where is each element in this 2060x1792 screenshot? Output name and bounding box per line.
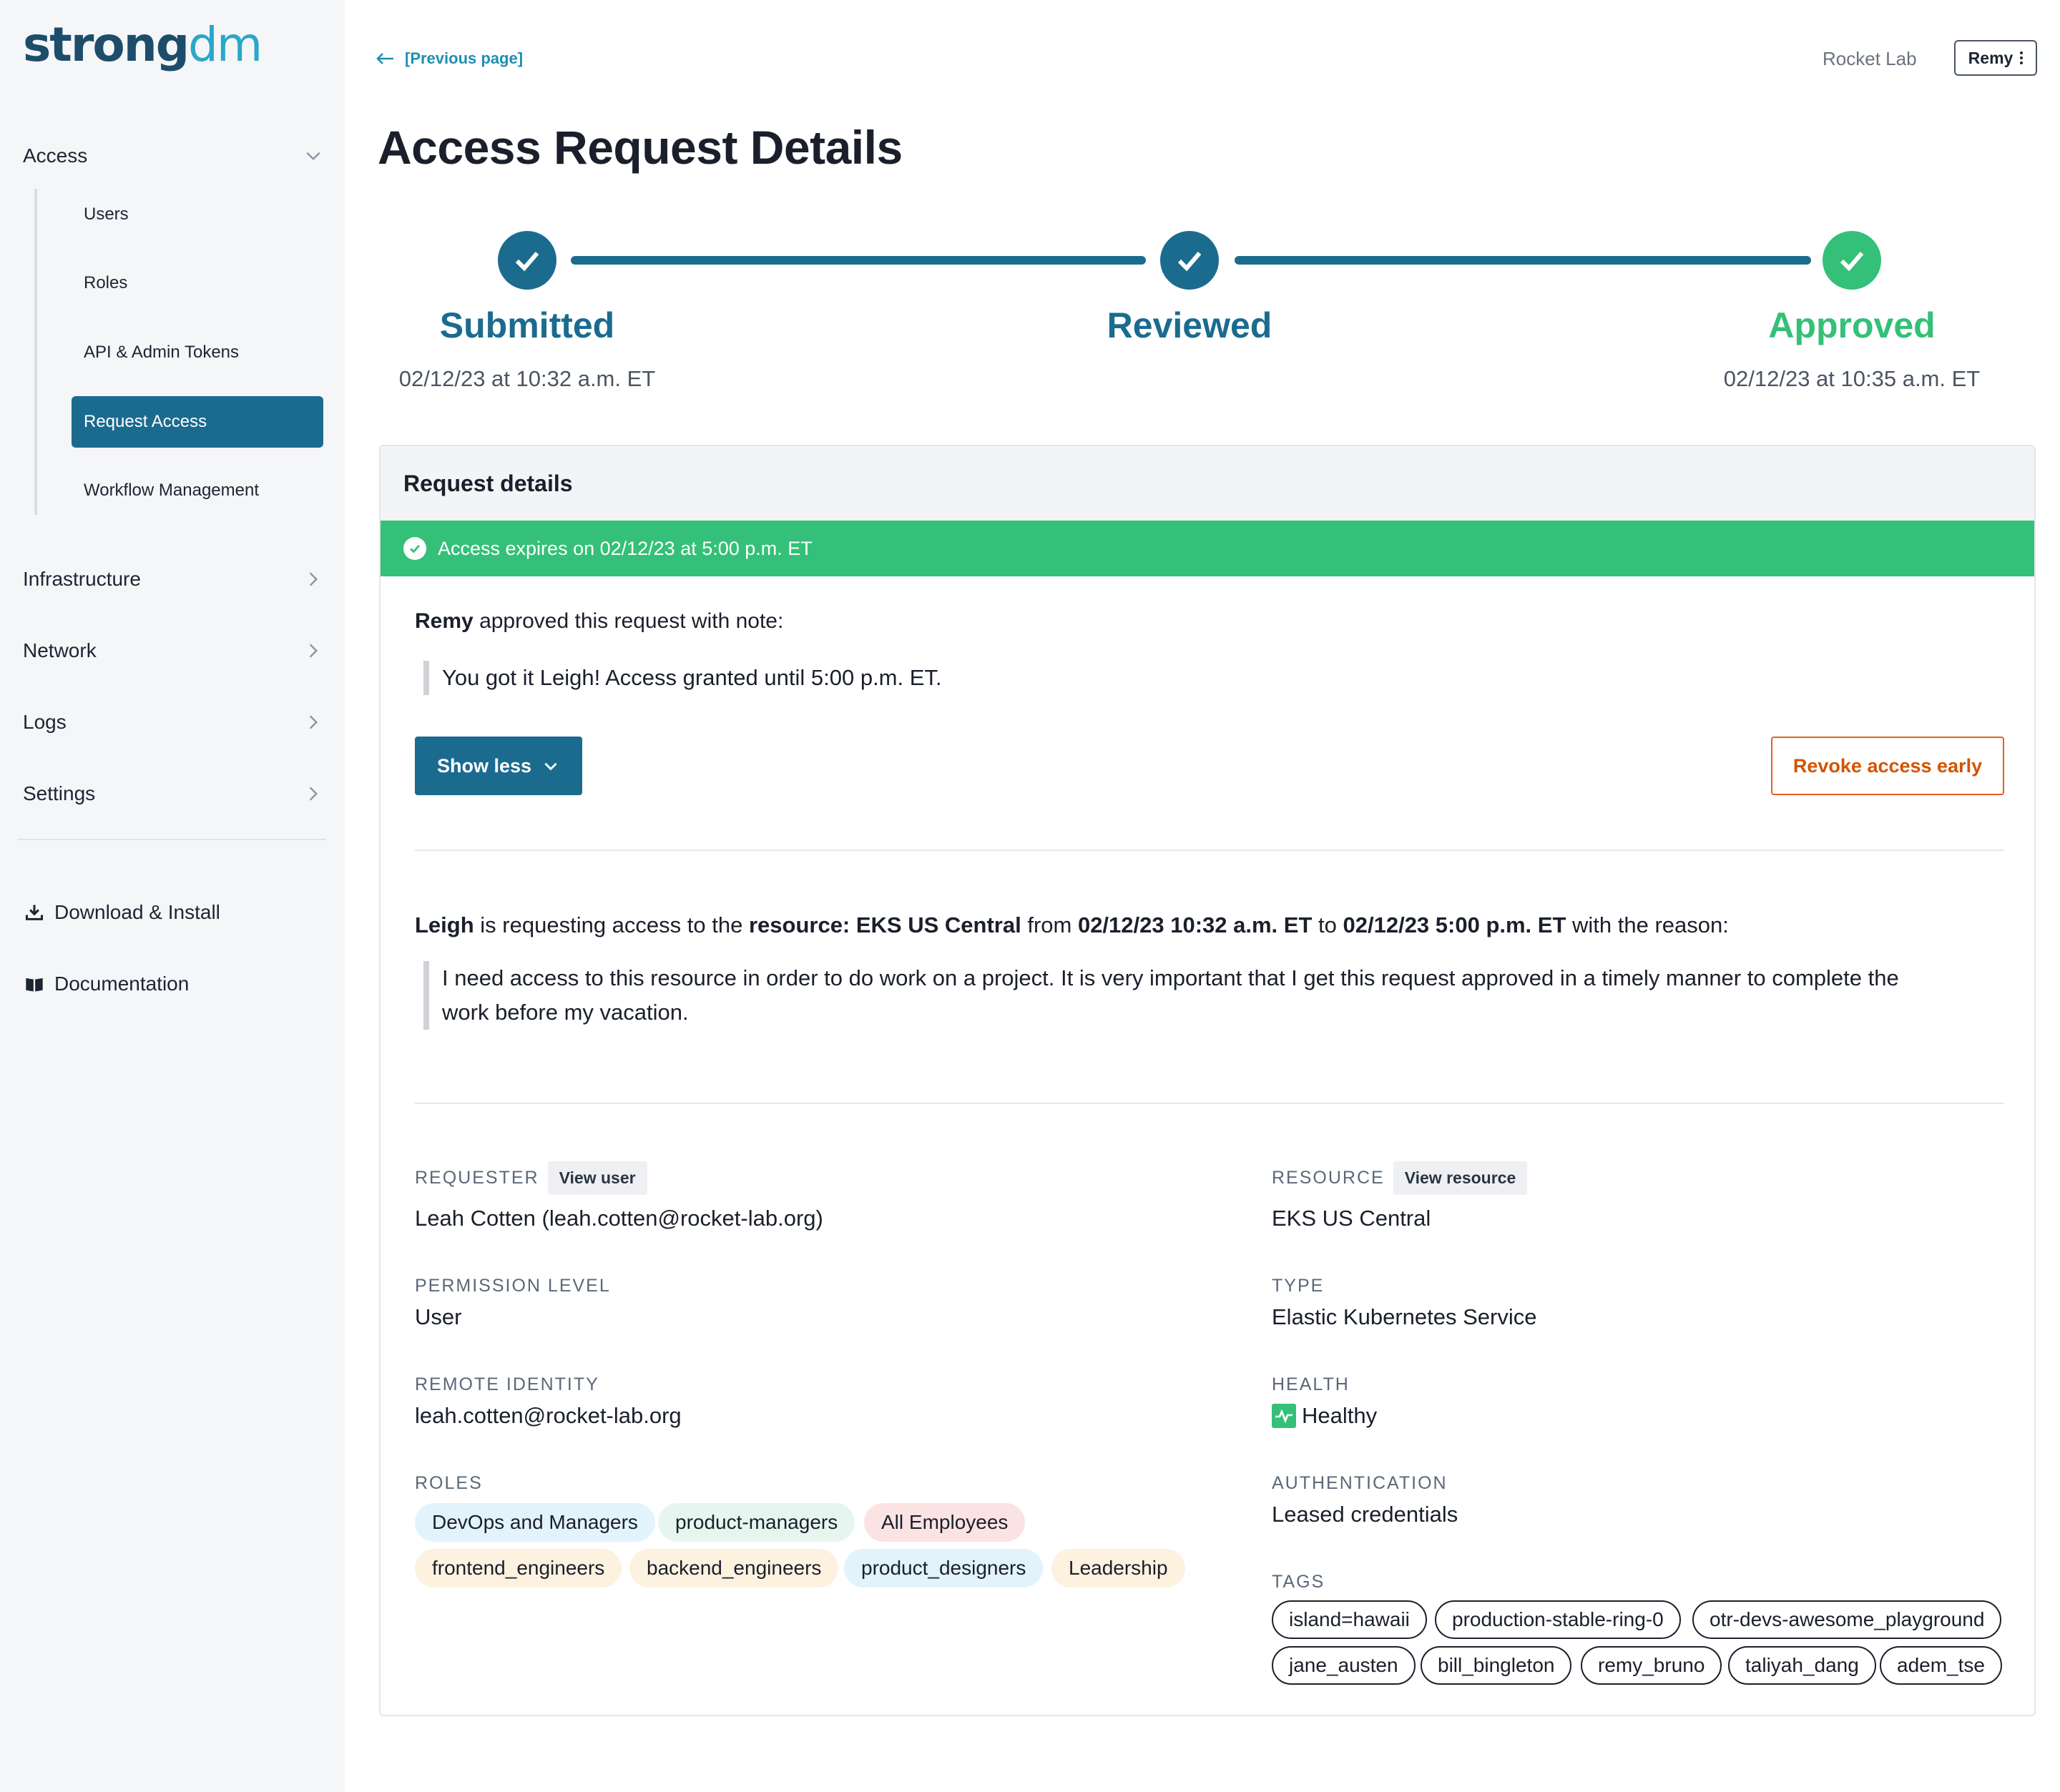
role-pill: frontend_engineers: [415, 1549, 622, 1587]
nav-section-label: Infrastructure: [23, 568, 141, 590]
resource-value: EKS US Central: [1272, 1206, 1431, 1231]
request-reason: I need access to this resource in order …: [423, 961, 2026, 1030]
nav-section-settings[interactable]: Settings: [23, 772, 323, 815]
resource-label: RESOURCE View resource: [1272, 1161, 1528, 1195]
chevron-right-icon: [303, 712, 323, 732]
access-subnav-rail: [34, 189, 37, 515]
show-less-button[interactable]: Show less: [415, 737, 582, 795]
strongdm-logo[interactable]: strong dm: [23, 16, 263, 73]
requester-label: REQUESTER View user: [415, 1161, 647, 1195]
previous-page-link[interactable]: [Previous page]: [375, 46, 523, 72]
role-pill: product-managers: [658, 1503, 855, 1542]
step-connector-2: [1235, 256, 1811, 265]
nav-section-label: Access: [23, 144, 88, 167]
tag-pill: taliyah_dang: [1728, 1646, 1876, 1685]
download-icon: [23, 901, 46, 924]
tags-label: TAGS: [1272, 1572, 1325, 1592]
health-label: HEALTH: [1272, 1374, 1350, 1394]
pulse-icon: [1272, 1404, 1296, 1428]
tag-pill: remy_bruno: [1581, 1646, 1722, 1685]
book-icon: [23, 973, 46, 995]
step-connector-1: [571, 256, 1146, 265]
tag-pill: adem_tse: [1880, 1646, 2002, 1685]
revoke-access-early-button[interactable]: Revoke access early: [1771, 737, 2004, 795]
step-label-approved: Approved: [1768, 305, 1936, 345]
nav-section-network[interactable]: Network: [23, 629, 323, 672]
nav-section-label: Network: [23, 639, 97, 661]
sidebar-item-request-access[interactable]: Request Access: [72, 396, 323, 448]
roles-label: ROLES: [415, 1473, 483, 1493]
step-reviewed-check-icon: [1160, 231, 1219, 290]
sidebar: strong dm Access Users Roles API & Admin …: [0, 0, 345, 1792]
page-title: Access Request Details: [378, 121, 903, 174]
step-date-approved: 02/12/23 at 10:35 a.m. ET: [1723, 366, 1981, 391]
tag-pill: otr-devs-awesome_playground: [1692, 1600, 2002, 1639]
type-value: Elastic Kubernetes Service: [1272, 1304, 1537, 1329]
request-summary: Leigh is requesting access to the resour…: [415, 912, 1729, 937]
permission-level-value: User: [415, 1304, 462, 1329]
download-install-link[interactable]: Download & Install: [23, 895, 220, 930]
step-label-reviewed: Reviewed: [1107, 305, 1272, 345]
sidebar-item-api-admin-tokens[interactable]: API & Admin Tokens: [72, 327, 323, 378]
view-user-button[interactable]: View user: [547, 1161, 647, 1195]
chevron-down-icon: [303, 146, 323, 166]
type-label: TYPE: [1272, 1276, 1325, 1296]
authentication-value: Leased credentials: [1272, 1502, 1458, 1527]
tag-pill: production-stable-ring-0: [1435, 1600, 1681, 1639]
nav-section-logs[interactable]: Logs: [23, 701, 323, 744]
divider: [415, 1103, 2004, 1104]
documentation-link[interactable]: Documentation: [23, 966, 189, 1002]
authentication-label: AUTHENTICATION: [1272, 1473, 1448, 1493]
user-menu-button[interactable]: Remy: [1954, 40, 2037, 76]
nav-section-access[interactable]: Access: [23, 134, 323, 177]
role-pill: All Employees: [864, 1503, 1026, 1542]
check-circle-icon: [403, 537, 426, 560]
step-date-submitted: 02/12/23 at 10:32 a.m. ET: [398, 366, 656, 391]
step-approved-check-icon: [1823, 231, 1881, 290]
arrow-left-icon: [376, 53, 393, 64]
sidebar-divider: [17, 839, 326, 840]
organization-name: Rocket Lab: [1823, 47, 1917, 69]
nav-section-label: Settings: [23, 782, 96, 804]
requester-value: Leah Cotten (leah.cotten@rocket-lab.org): [415, 1206, 823, 1231]
chevron-right-icon: [303, 641, 323, 661]
role-pill: DevOps and Managers: [415, 1503, 655, 1542]
approver-name: Remy: [415, 609, 474, 633]
role-pill: backend_engineers: [629, 1549, 839, 1587]
sidebar-item-workflow-management[interactable]: Workflow Management: [72, 465, 323, 516]
health-value: Healthy: [1272, 1403, 1377, 1429]
divider: [415, 850, 2004, 851]
access-expiry-banner: Access expires on 02/12/23 at 5:00 p.m. …: [381, 521, 2034, 576]
tag-pill: bill_bingleton: [1421, 1646, 1572, 1685]
approval-line: Remy approved this request with note:: [415, 609, 784, 633]
permission-level-label: PERMISSION LEVEL: [415, 1276, 611, 1296]
step-submitted-check-icon: [498, 231, 556, 290]
sidebar-item-roles[interactable]: Roles: [72, 257, 323, 309]
nav-section-label: Logs: [23, 711, 67, 733]
request-details-card: Request details Access expires on 02/12/…: [379, 445, 2036, 1716]
step-label-submitted: Submitted: [439, 305, 615, 345]
nav-section-infrastructure[interactable]: Infrastructure: [23, 558, 323, 601]
tag-pill: island=hawaii: [1272, 1600, 1427, 1639]
chevron-down-icon: [544, 762, 557, 771]
role-pill: product_designers: [844, 1549, 1044, 1587]
sidebar-item-users[interactable]: Users: [72, 189, 323, 240]
chevron-right-icon: [303, 784, 323, 804]
approval-note: You got it Leigh! Access granted until 5…: [423, 661, 942, 695]
remote-identity-label: REMOTE IDENTITY: [415, 1374, 599, 1394]
role-pill: Leadership: [1051, 1549, 1185, 1587]
remote-identity-value: leah.cotten@rocket-lab.org: [415, 1403, 682, 1428]
chevron-right-icon: [303, 569, 323, 589]
tag-pill: jane_austen: [1272, 1646, 1416, 1685]
kebab-menu-icon: [2020, 51, 2024, 64]
view-resource-button[interactable]: View resource: [1393, 1161, 1528, 1195]
card-heading: Request details: [381, 446, 2034, 521]
